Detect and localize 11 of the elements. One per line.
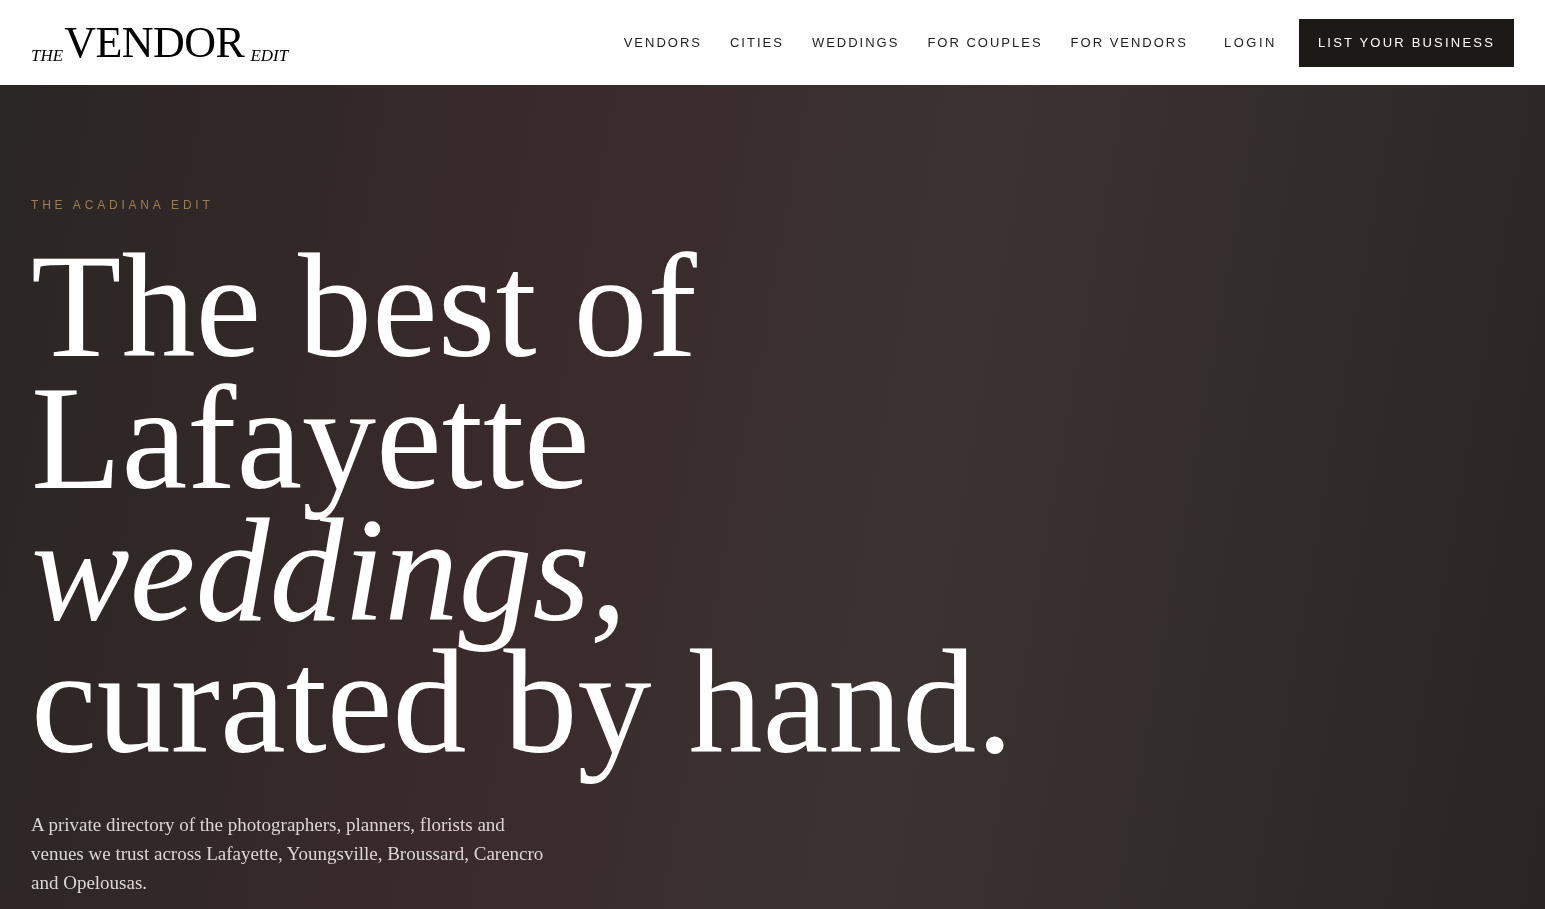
eyebrow-label: THE ACADIANA EDIT	[31, 197, 215, 214]
list-your-business-button[interactable]: LIST YOUR BUSINESS	[1298, 18, 1514, 67]
nav-link[interactable]: VENDORS	[623, 32, 702, 53]
hero-description: A private directory of the photographers, planners, florists and venues we trust across Lafayette, Youngsville, Broussard, Carencro and Opelousas.	[31, 813, 545, 895]
nav-link[interactable]: FOR VENDORS	[1070, 32, 1188, 53]
nav-link[interactable]: FOR COUPLES	[927, 32, 1043, 53]
nav-link[interactable]: CITIES	[730, 32, 784, 53]
site-logo[interactable]: THEVENDOR EDIT	[31, 20, 289, 65]
login-link[interactable]: LOGIN	[1223, 32, 1277, 53]
nav-link[interactable]: WEDDINGS	[811, 32, 900, 53]
hero-headline: The best of Lafayette weddings, curated by hand.	[31, 240, 1014, 786]
